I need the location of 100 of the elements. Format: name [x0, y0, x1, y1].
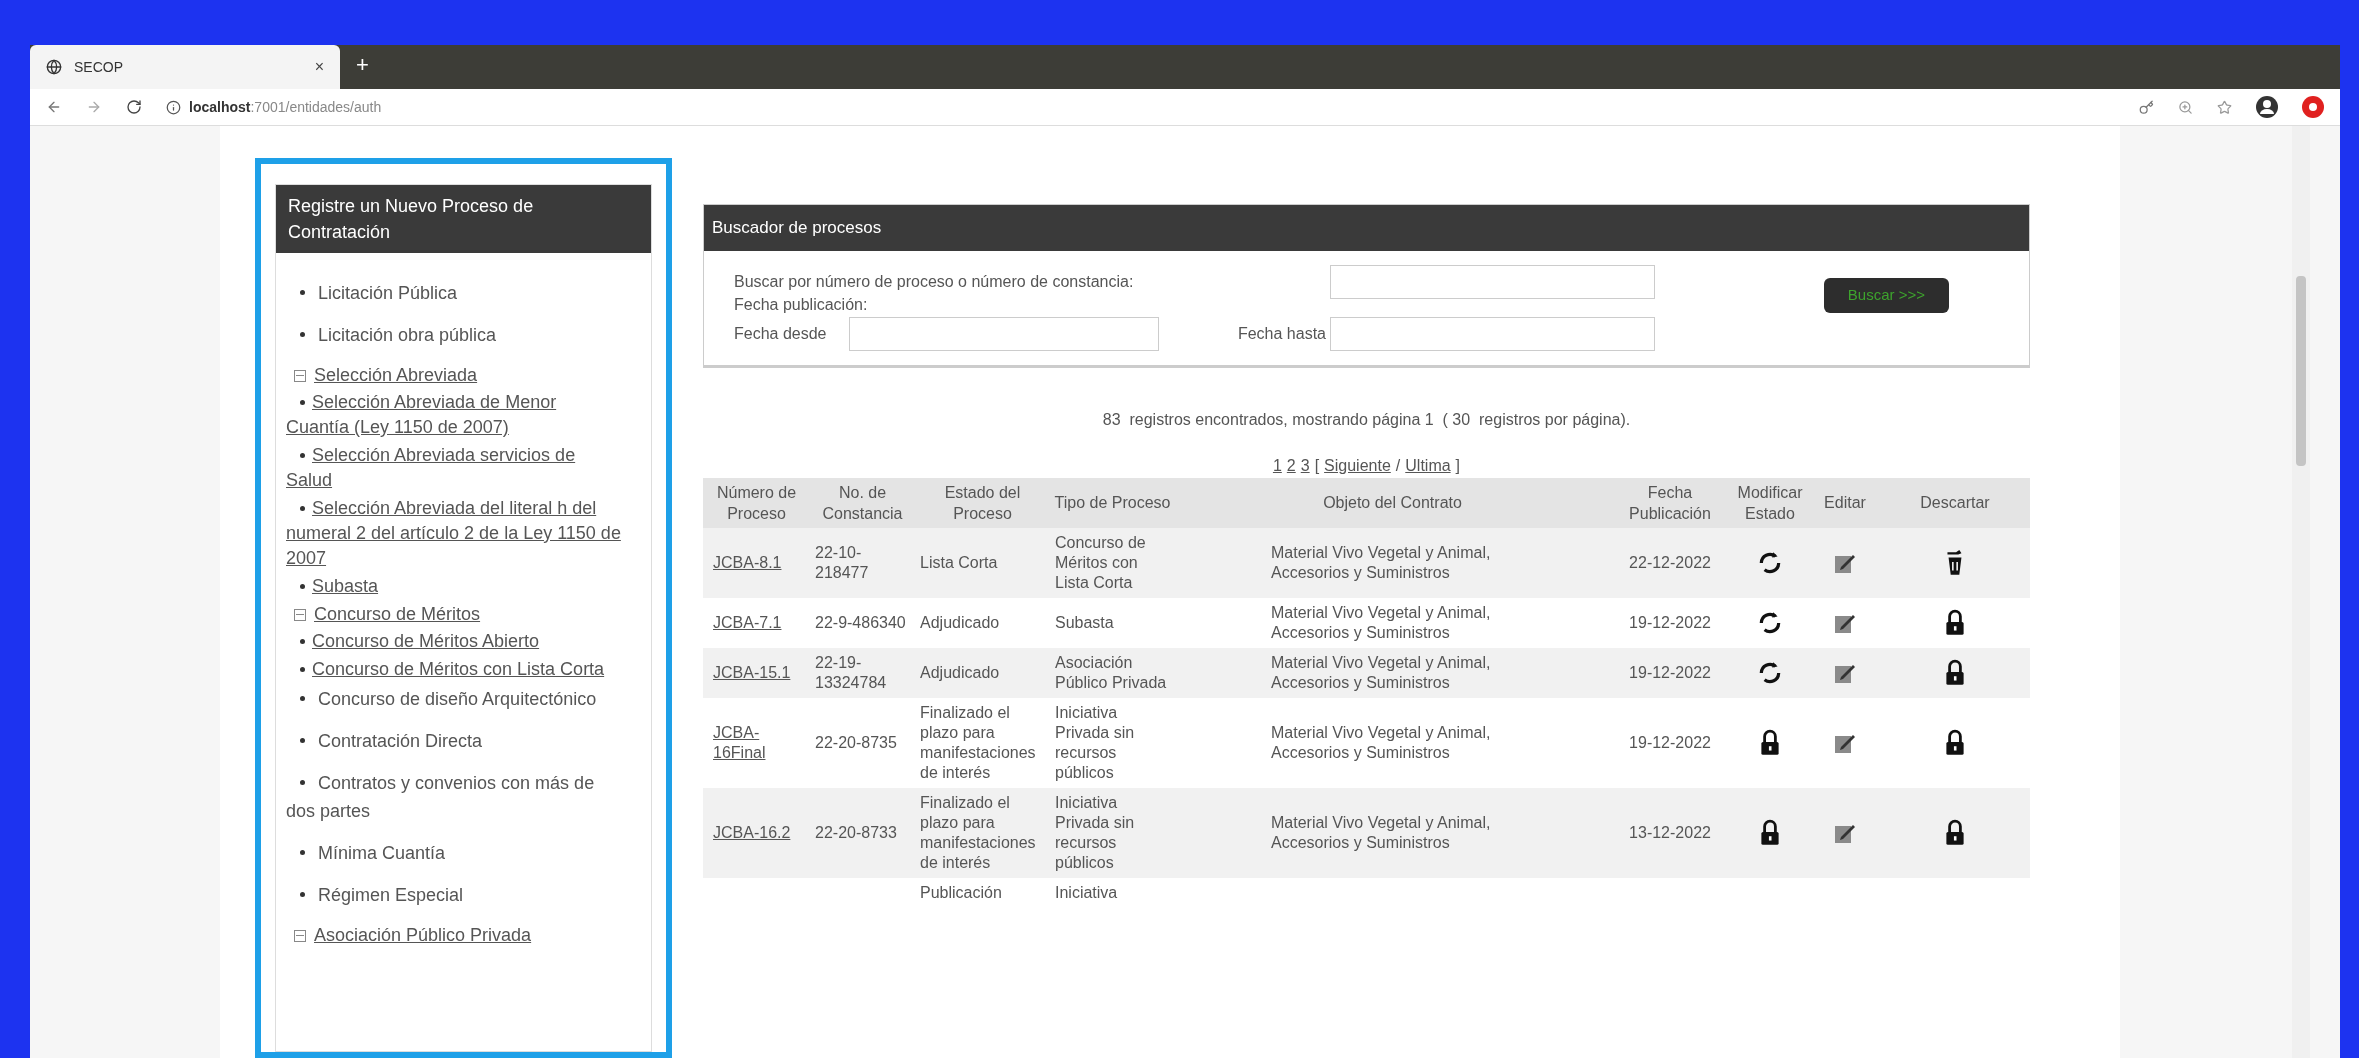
table-cell-text: Iniciativa	[1055, 882, 1119, 903]
bullet-icon	[300, 290, 305, 295]
bullet-icon	[300, 400, 305, 405]
table-cell-text: Adjudicado	[920, 662, 1001, 683]
results-summary: 83 registros encontrados, mostrando página 1 ( 30 registros por página).	[1101, 409, 1632, 430]
lock-icon[interactable]	[1944, 818, 1966, 847]
sidebar-item[interactable]: Régimen Especial	[286, 881, 621, 909]
pagination-bracket: ]	[1455, 455, 1461, 476]
bullet-icon	[300, 332, 305, 337]
table-cell-text: 13-12-2022	[1628, 822, 1712, 843]
process-link[interactable]: JCBA-16.2	[713, 822, 800, 843]
sidebar-link[interactable]: Concurso de Méritos con Lista Corta	[286, 657, 621, 682]
refresh-icon[interactable]	[1757, 609, 1783, 636]
bullet-icon	[300, 584, 305, 589]
table-cell-text: Adjudicado	[920, 612, 1001, 633]
zoom-icon[interactable]	[2178, 99, 2193, 115]
table-cell-text: Material Vivo Vegetal y Animal, Accesorios y Suministros	[1271, 542, 1492, 583]
column-header: Descartar	[1920, 493, 1990, 513]
pagination-link[interactable]: Siguiente	[1324, 453, 1391, 478]
refresh-icon[interactable]	[1757, 549, 1783, 576]
column-header: No. de Constancia	[821, 482, 904, 524]
process-link[interactable]: JCBA- 16Final	[713, 722, 800, 763]
table-cell-text: Material Vivo Vegetal y Animal, Accesorios y Suministros	[1271, 602, 1492, 643]
bullet-icon	[300, 738, 305, 743]
sidebar-item[interactable]: Licitación obra pública	[286, 321, 621, 349]
table-cell-text: 22-19- 13324784	[815, 652, 888, 693]
table-cell-text: 19-12-2022	[1628, 662, 1712, 683]
search-button[interactable]: Buscar >>>	[1823, 278, 1949, 313]
table-cell-text: 19-12-2022	[1628, 612, 1712, 633]
pagination-link[interactable]: 1	[1272, 453, 1282, 478]
process-link[interactable]: JCBA-7.1	[713, 612, 800, 633]
process-link[interactable]: JCBA-8.1	[713, 552, 800, 573]
bullet-icon	[300, 667, 305, 672]
table-cell-text: Subasta	[1055, 612, 1115, 633]
column-header: Fecha Publicación	[1628, 482, 1712, 524]
pagination-link[interactable]: Ultima	[1405, 453, 1451, 478]
collapse-icon[interactable]	[294, 929, 306, 942]
table-cell-text: Material Vivo Vegetal y Animal, Accesorios y Suministros	[1271, 652, 1492, 693]
lock-icon[interactable]	[1759, 818, 1781, 847]
url-host[interactable]: localhost	[189, 96, 251, 118]
table-cell-text: 19-12-2022	[1628, 732, 1712, 753]
sidebar-group-link[interactable]: Concurso de Méritos	[314, 602, 481, 627]
star-icon[interactable]	[2217, 99, 2232, 115]
pagination-link[interactable]: 3	[1300, 453, 1310, 478]
sidebar-item[interactable]: Contratos y convenios con más de dos partes	[286, 769, 621, 825]
table-cell-text: Finalizado el plazo para manifestaciones de interés	[920, 792, 1037, 873]
sidebar-item[interactable]: Mínima Cuantía	[286, 839, 621, 867]
tab-close-button[interactable]: ×	[314, 55, 324, 79]
column-header: Tipo de Proceso	[1054, 493, 1171, 513]
new-tab-button[interactable]: +	[340, 48, 385, 89]
bullet-icon	[300, 453, 305, 458]
sidebar-item[interactable]: Contratación Directa	[286, 727, 621, 755]
collapse-icon[interactable]	[294, 369, 306, 382]
lock-icon[interactable]	[1944, 728, 1966, 757]
browser-tab[interactable]: SECOP ×	[30, 45, 340, 89]
tab-title: SECOP	[74, 57, 124, 77]
profile-icon[interactable]	[2256, 96, 2278, 118]
extension-icon[interactable]	[2302, 96, 2324, 118]
date-from-label: Fecha desde	[734, 323, 828, 344]
key-icon[interactable]	[2139, 99, 2154, 115]
date-to-label: Fecha hasta	[1236, 323, 1327, 344]
table-cell-text: 22-12-2022	[1628, 552, 1712, 573]
sidebar-group-link[interactable]: Asociación Público Privada	[314, 923, 532, 948]
reload-icon[interactable]	[126, 99, 142, 115]
refresh-icon[interactable]	[1757, 659, 1783, 686]
table-cell-text: Material Vivo Vegetal y Animal, Accesorios y Suministros	[1271, 812, 1492, 853]
sidebar-link[interactable]: Subasta	[286, 574, 621, 599]
bullet-icon	[300, 850, 305, 855]
lock-icon[interactable]	[1944, 658, 1966, 687]
sidebar-link[interactable]: Selección Abreviada de Menor Cuantía (Ley 1150 de 2007)	[286, 390, 621, 440]
date-from-field[interactable]	[849, 316, 1159, 351]
table-cell-text: Concurso de Méritos con Lista Corta	[1055, 532, 1147, 593]
scrollbar-thumb[interactable]	[2296, 276, 2306, 466]
sidebar-item[interactable]: Concurso de diseño Arquitectónico	[286, 685, 621, 713]
table-cell-text: 22-9-486340	[815, 612, 907, 633]
date-to-field[interactable]	[1330, 316, 1655, 351]
process-number-field[interactable]	[1330, 264, 1655, 299]
sidebar-item[interactable]: Licitación Pública	[286, 279, 621, 307]
lock-icon[interactable]	[1759, 728, 1781, 757]
globe-icon	[46, 59, 62, 75]
table-cell-text: Asociación Público Privada	[1055, 652, 1168, 693]
process-link[interactable]: JCBA-15.1	[713, 662, 800, 683]
sidebar-link[interactable]: Selección Abreviada servicios de Salud	[286, 443, 621, 493]
sidebar-group-link[interactable]: Selección Abreviada	[314, 363, 478, 388]
lock-icon[interactable]	[1944, 608, 1966, 637]
pagination-link[interactable]: 2	[1286, 453, 1296, 478]
bullet-icon	[300, 892, 305, 897]
bullet-icon	[300, 780, 305, 785]
collapse-icon[interactable]	[294, 608, 306, 621]
table-cell-text: 22-20-8735	[815, 732, 898, 753]
sidebar-link[interactable]: Concurso de Méritos Abierto	[286, 629, 621, 654]
table-cell-text: Finalizado el plazo para manifestaciones de interés	[920, 702, 1037, 783]
sidebar-link[interactable]: Selección Abreviada del literal h del numeral 2 del artículo 2 de la Ley 1150 de 2007	[286, 496, 621, 571]
table-cell-text: 22-10- 218477	[815, 542, 870, 583]
info-icon[interactable]	[166, 99, 181, 115]
table-cell-text: Material Vivo Vegetal y Animal, Accesorios y Suministros	[1271, 722, 1492, 763]
table-cell-text: Publicación	[920, 882, 1003, 903]
pagination-bracket: /	[1395, 455, 1401, 476]
url-path[interactable]: :7001/entidades/auth	[250, 96, 382, 118]
back-icon[interactable]	[46, 99, 62, 115]
